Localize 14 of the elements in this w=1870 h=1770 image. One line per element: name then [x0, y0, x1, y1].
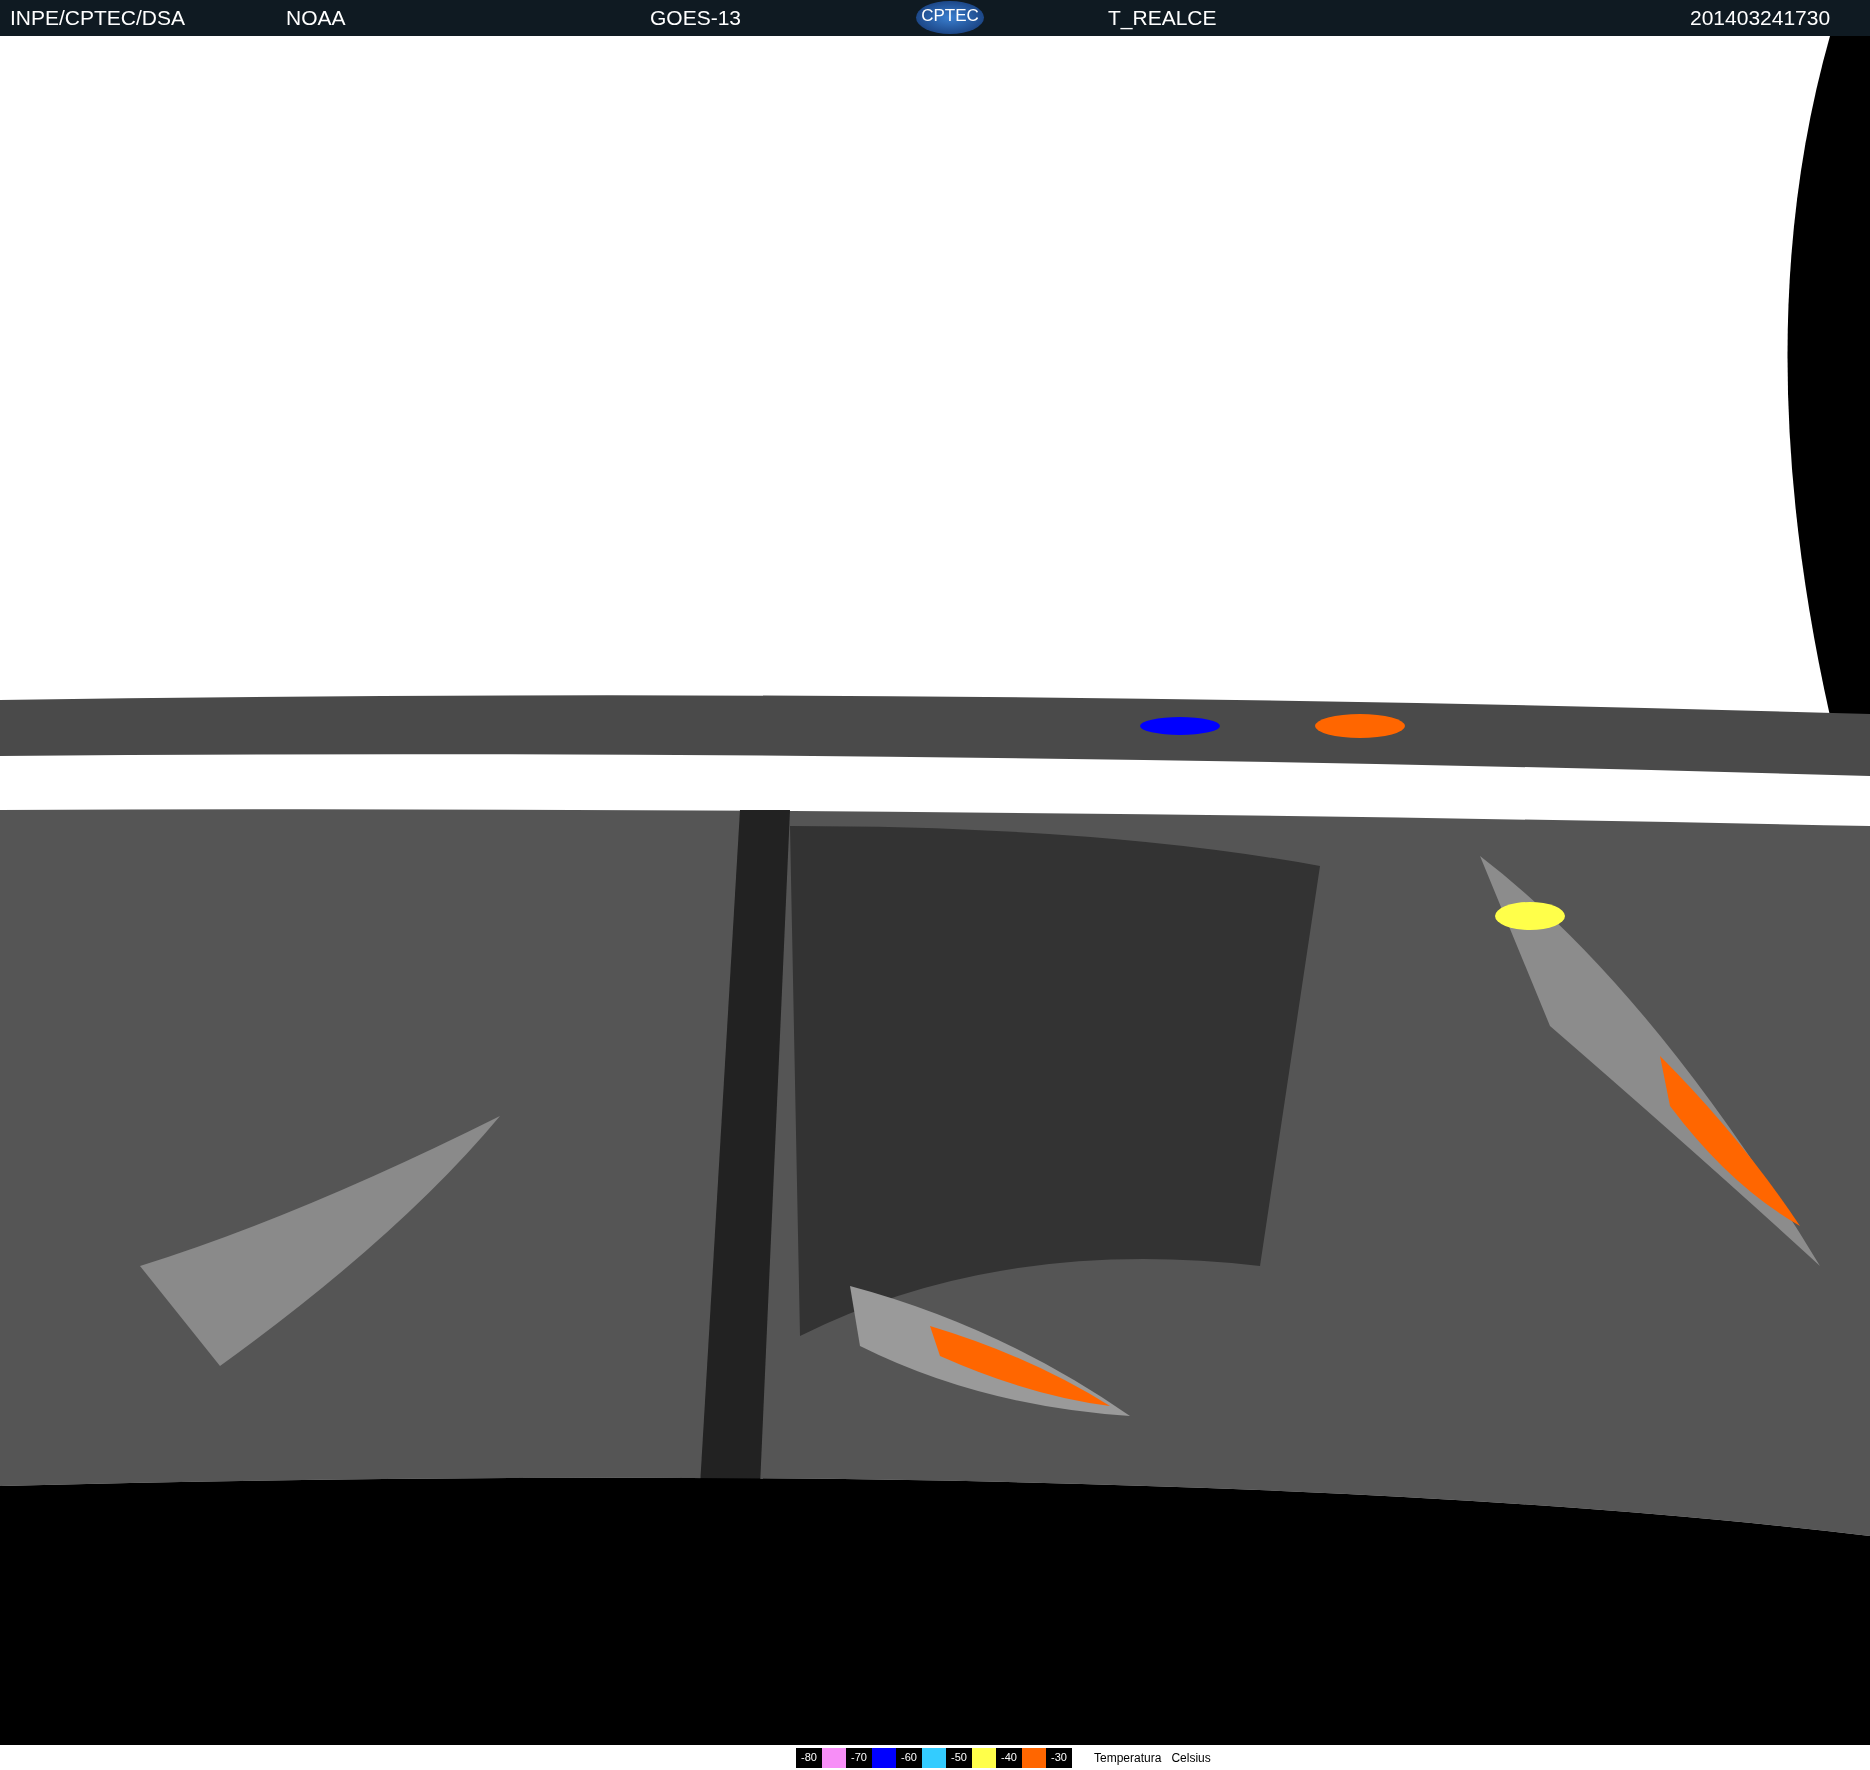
- product-label: T_REALCE: [1108, 5, 1217, 31]
- satellite-label: GOES-13: [650, 5, 742, 31]
- legend-title: Temperatura: [1094, 1749, 1162, 1767]
- legend-label: -40: [996, 1747, 1022, 1768]
- source-label: INPE/CPTEC/DSA: [10, 5, 186, 31]
- legend-label: -60: [896, 1747, 922, 1768]
- agency-label: NOAA: [286, 5, 346, 31]
- legend-label: -50: [946, 1747, 972, 1768]
- legend-label: -80: [796, 1747, 822, 1768]
- legend-label: -30: [1046, 1747, 1072, 1768]
- legend-unit: Celsius: [1171, 1749, 1211, 1767]
- legend-label: -70: [846, 1747, 872, 1768]
- logo: CPTEC: [916, 1, 984, 34]
- timestamp-label: 201403241730: [1690, 5, 1831, 31]
